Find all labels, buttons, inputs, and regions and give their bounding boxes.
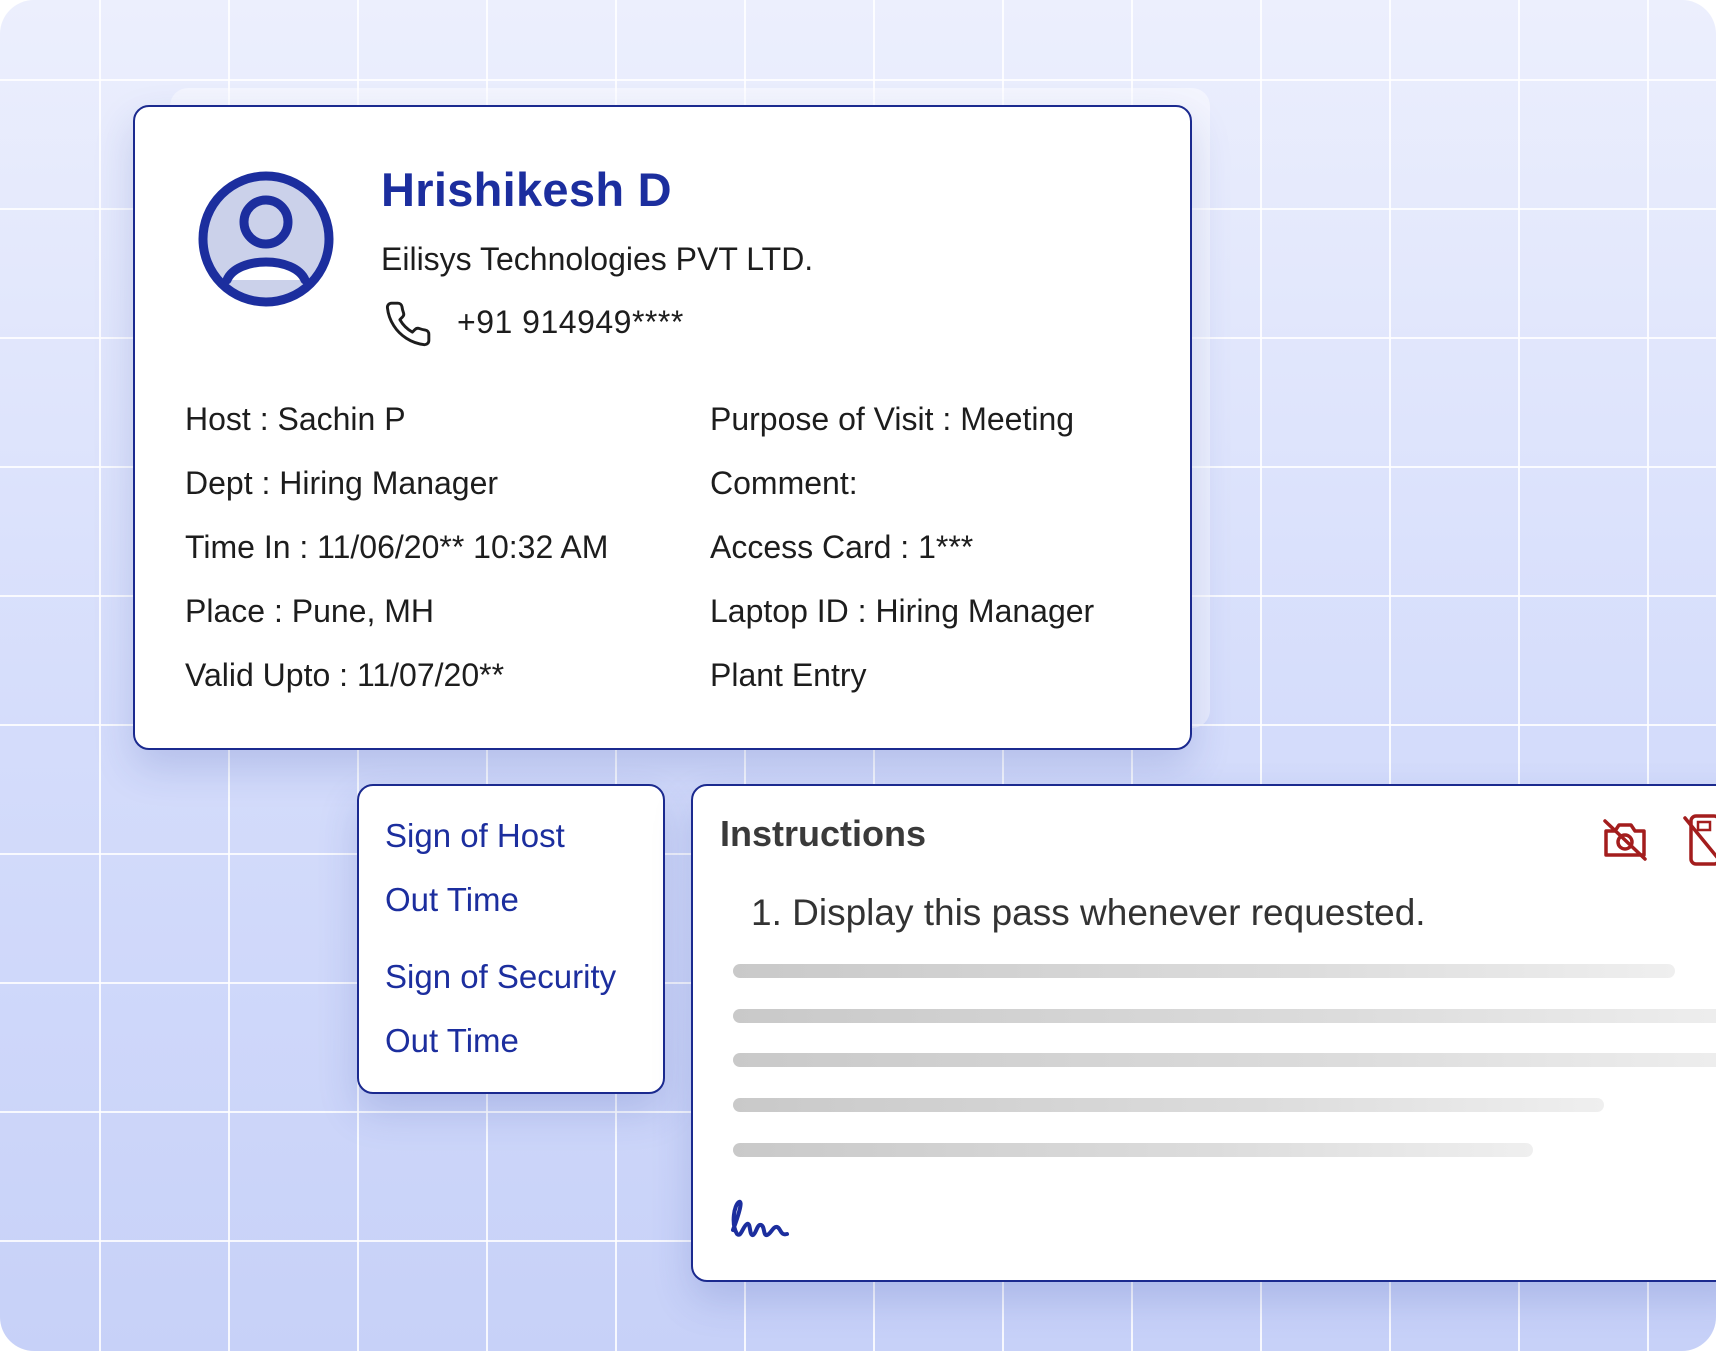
detail-dept: Dept : Hiring Manager [185,465,499,501]
placeholder-line [733,1053,1716,1067]
detail-valid-upto: Valid Upto : 11/07/20** [185,657,505,693]
detail-laptop-id: Laptop ID : Hiring Manager [710,593,1095,629]
details-left-column: Host : Sachin P Dept : Hiring Manager Ti… [185,399,608,719]
placeholder-line [733,1143,1533,1157]
user-avatar-icon [198,171,334,307]
details-right-column: Purpose of Visit : Meeting Comment: Acce… [710,399,1094,719]
background-grid: Hrishikesh D Eilisys Technologies PVT LT… [0,0,1716,1351]
placeholder-line [733,964,1675,978]
detail-place: Place : Pune, MH [185,593,434,629]
phone-icon [385,301,431,347]
detail-time-in: Time In : 11/06/20** 10:32 AM [185,529,609,565]
placeholder-line [733,1098,1604,1112]
host-out-time: Out Time [385,881,519,918]
signature-list: Sign of Host Out Time Sign of Security O… [385,816,616,1061]
visitor-name: Hrishikesh D [381,163,672,216]
visitor-pass-card: Hrishikesh D Eilisys Technologies PVT LT… [133,105,1192,750]
sign-of-host: Sign of Host [385,817,565,854]
visitor-company: Eilisys Technologies PVT LTD. [381,241,814,277]
signature-icon [731,1199,789,1237]
no-camera-icon [1603,819,1647,861]
sign-of-security: Sign of Security [385,958,617,995]
detail-purpose: Purpose of Visit : Meeting [710,401,1075,437]
placeholder-line [733,1009,1716,1023]
signature-card: Sign of Host Out Time Sign of Security O… [357,784,665,1094]
visitor-phone: +91 914949**** [457,304,684,340]
instruction-item: 1. Display this pass whenever requested. [751,892,1426,933]
detail-host: Host : Sachin P [185,401,406,437]
instructions-title: Instructions [720,813,927,854]
detail-access-card: Access Card : 1*** [710,529,974,565]
no-phone-icon [1683,814,1716,866]
security-out-time: Out Time [385,1022,519,1059]
instructions-card: Instructions 1. Display this pass whenev… [691,784,1716,1282]
detail-plant-entry: Plant Entry [710,657,867,693]
detail-comment: Comment: [710,465,858,501]
